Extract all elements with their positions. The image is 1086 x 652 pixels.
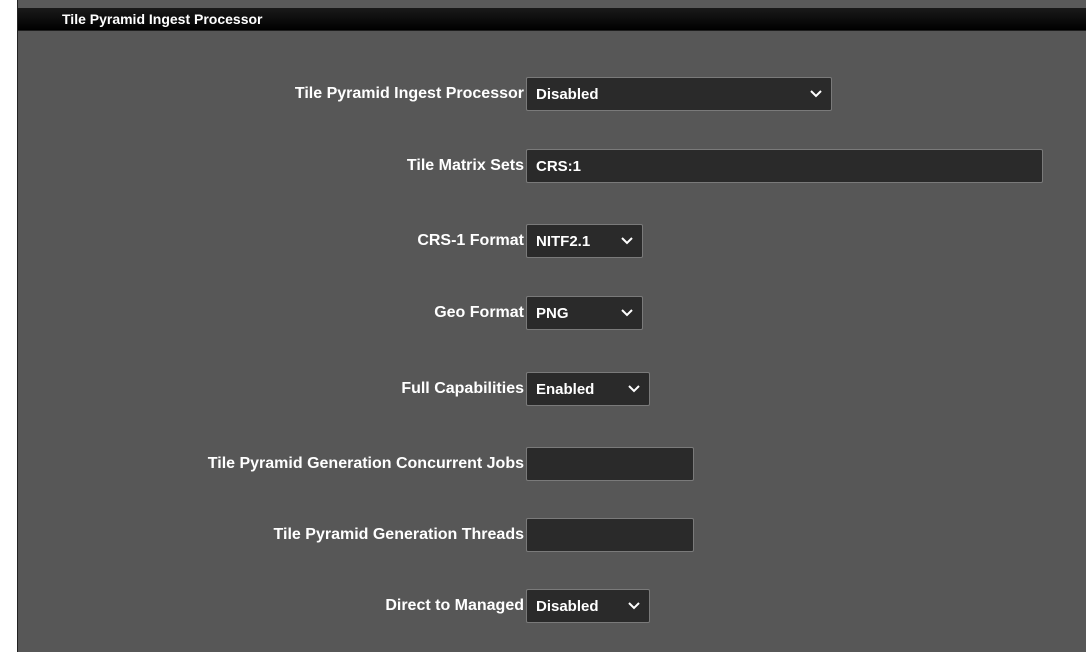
tile-matrix-sets-input[interactable]: CRS:1 — [526, 149, 1043, 183]
geo-format-select-value: PNG — [536, 304, 569, 322]
processor-select-value: Disabled — [536, 85, 599, 103]
row-direct-to-managed: Direct to Managed Disabled — [18, 586, 1086, 626]
geo-format-label: Geo Format — [434, 304, 524, 321]
direct-to-managed-select-value: Disabled — [536, 597, 599, 615]
panel-header: Tile Pyramid Ingest Processor — [18, 8, 1086, 31]
full-capabilities-select[interactable]: Enabled — [526, 372, 650, 406]
row-concurrent-jobs: Tile Pyramid Generation Concurrent Jobs — [18, 444, 1086, 484]
chevron-down-icon — [620, 306, 634, 320]
crs1-format-label: CRS-1 Format — [417, 232, 524, 249]
processor-label: Tile Pyramid Ingest Processor — [294, 85, 524, 102]
concurrent-jobs-label: Tile Pyramid Generation Concurrent Jobs — [207, 455, 524, 472]
processor-select[interactable]: Disabled — [526, 77, 832, 111]
chevron-down-icon — [809, 87, 823, 101]
row-full-capabilities: Full Capabilities Enabled — [18, 369, 1086, 409]
concurrent-jobs-input[interactable] — [526, 447, 694, 481]
row-threads: Tile Pyramid Generation Threads — [18, 515, 1086, 555]
chevron-down-icon — [627, 382, 641, 396]
row-processor: Tile Pyramid Ingest Processor Disabled — [18, 74, 1086, 114]
full-capabilities-select-value: Enabled — [536, 380, 595, 398]
chevron-down-icon — [627, 599, 641, 613]
settings-panel: Tile Pyramid Ingest Processor Tile Pyram… — [17, 0, 1086, 652]
chevron-down-icon — [620, 234, 634, 248]
geo-format-select[interactable]: PNG — [526, 296, 643, 330]
crs1-format-select-value: NITF2.1 — [536, 232, 591, 250]
row-geo-format: Geo Format PNG — [18, 293, 1086, 333]
threads-label: Tile Pyramid Generation Threads — [273, 526, 524, 543]
crs1-format-select[interactable]: NITF2.1 — [526, 224, 643, 258]
threads-input[interactable] — [526, 518, 694, 552]
direct-to-managed-select[interactable]: Disabled — [526, 589, 650, 623]
direct-to-managed-label: Direct to Managed — [385, 597, 524, 614]
tile-matrix-sets-label: Tile Matrix Sets — [406, 157, 524, 174]
row-crs1-format: CRS-1 Format NITF2.1 — [18, 221, 1086, 261]
tile-matrix-sets-value: CRS:1 — [536, 157, 582, 175]
panel-title: Tile Pyramid Ingest Processor — [62, 11, 263, 27]
full-capabilities-label: Full Capabilities — [401, 380, 524, 397]
top-strip — [18, 0, 1086, 8]
row-tile-matrix-sets: Tile Matrix Sets CRS:1 — [18, 146, 1086, 186]
